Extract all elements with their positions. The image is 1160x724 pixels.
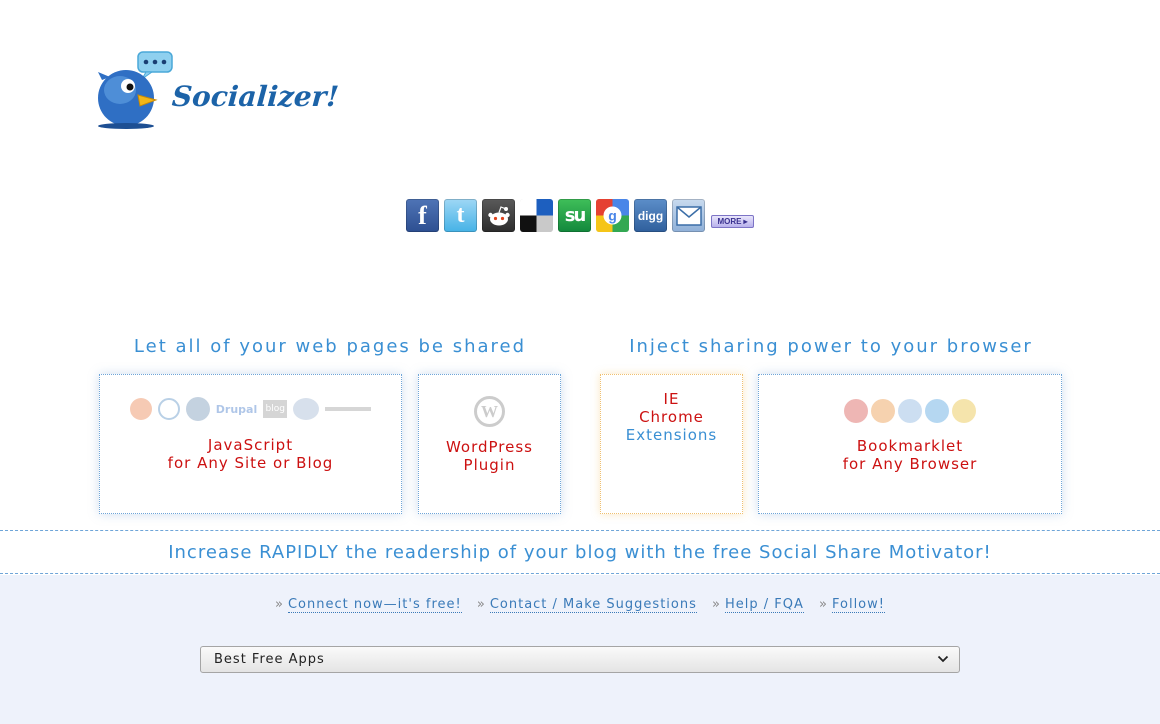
logo-wordmark: Socializer! xyxy=(170,80,340,113)
twitter-glyph: t xyxy=(456,202,465,228)
facebook-icon[interactable]: f xyxy=(406,199,439,232)
more-arrow-icon: ▸ xyxy=(743,217,748,226)
bookmarklet-subtitle: for Any Browser xyxy=(842,455,978,473)
link-separator: » xyxy=(712,597,721,612)
contact-link[interactable]: Contact / Make Suggestions xyxy=(489,597,697,613)
reddit-alien-icon xyxy=(487,205,510,225)
wordpress-card[interactable]: W WordPress Plugin xyxy=(418,374,561,514)
browser-logos xyxy=(759,399,1061,425)
wordpress-card-label: WordPress Plugin xyxy=(419,438,560,474)
platform-logos: Drupal blog xyxy=(100,396,401,422)
email-icon[interactable] xyxy=(672,199,705,232)
typepad-logo-icon xyxy=(157,398,180,420)
bird-mascot-icon xyxy=(98,51,173,129)
wordpress-icon: W xyxy=(474,396,505,427)
javascript-card[interactable]: Drupal blog JavaScript for Any Site or B… xyxy=(99,374,402,514)
google-icon[interactable]: g xyxy=(596,199,629,232)
bookmarklet-card-label: Bookmarklet for Any Browser xyxy=(759,437,1061,473)
extensions-word: Extensions xyxy=(625,426,718,444)
delicious-icon[interactable] xyxy=(520,199,553,232)
drupal-logo-text: Drupal xyxy=(215,402,258,416)
chrome-logo-icon xyxy=(952,399,976,423)
envelope-icon xyxy=(675,205,702,226)
wordpress-title: WordPress xyxy=(445,438,534,456)
safari-logo-icon xyxy=(898,399,922,423)
extensions-chrome: Chrome xyxy=(639,408,704,426)
help-link[interactable]: Help / FQA xyxy=(724,597,804,613)
javascript-subtitle: for Any Site or Blog xyxy=(167,454,334,472)
follow-link[interactable]: Follow! xyxy=(831,597,885,613)
javascript-card-label: JavaScript for Any Site or Blog xyxy=(100,436,401,472)
stumbleupon-icon[interactable]: su xyxy=(558,199,591,232)
chevron-down-icon xyxy=(937,655,949,663)
google-g-icon: g xyxy=(596,199,629,232)
svg-text:g: g xyxy=(608,208,617,224)
more-button[interactable]: MORE ▸ xyxy=(711,215,754,228)
ie-logo-icon xyxy=(925,399,949,423)
promo-banner[interactable]: Increase RAPIDLY the readership of your … xyxy=(0,530,1160,574)
link-separator: » xyxy=(819,597,828,612)
movable-type-logo-icon xyxy=(293,398,320,420)
blogger-logo-text: blog xyxy=(263,400,288,418)
javascript-title: JavaScript xyxy=(207,436,294,454)
reddit-icon[interactable] xyxy=(482,199,515,232)
twitter-icon[interactable]: t xyxy=(444,199,477,232)
apps-select-value: Best Free Apps xyxy=(214,652,325,667)
socializer-logo[interactable]: Socializer! xyxy=(96,50,340,130)
bookmarklet-title: Bookmarklet xyxy=(856,437,964,455)
facebook-glyph: f xyxy=(418,200,427,230)
digg-glyph: digg xyxy=(637,208,664,223)
share-bar: f t su g digg MORE ▸ xyxy=(406,199,754,232)
delicious-squares-icon xyxy=(520,199,553,232)
stumbleupon-glyph: su xyxy=(564,205,586,226)
joomla-logo-icon xyxy=(129,398,152,420)
apps-select[interactable]: Best Free Apps xyxy=(200,646,960,673)
extensions-card[interactable]: IE Chrome Extensions xyxy=(600,374,743,514)
firefox-logo-icon xyxy=(871,399,895,423)
wordpress-subtitle: Plugin xyxy=(463,456,516,474)
footer-links: » Connect now—it's free! » Contact / Make … xyxy=(0,597,1160,613)
left-section-heading: Let all of your web pages be shared xyxy=(133,336,527,357)
opera-logo-icon xyxy=(844,399,868,423)
link-separator: » xyxy=(476,597,486,612)
digg-icon[interactable]: digg xyxy=(634,199,667,232)
link-separator: » xyxy=(275,597,284,612)
bookmarklet-card[interactable]: Bookmarklet for Any Browser xyxy=(758,374,1062,514)
commerce-logo-icon xyxy=(325,407,372,411)
wordpress-logo-icon xyxy=(185,397,210,421)
extensions-card-label: IE Chrome Extensions xyxy=(601,390,742,444)
extensions-ie: IE xyxy=(663,390,680,408)
connect-link[interactable]: Connect now—it's free! xyxy=(287,597,462,613)
right-section-heading: Inject sharing power to your browser xyxy=(629,336,1033,357)
more-label: MORE xyxy=(717,217,742,226)
